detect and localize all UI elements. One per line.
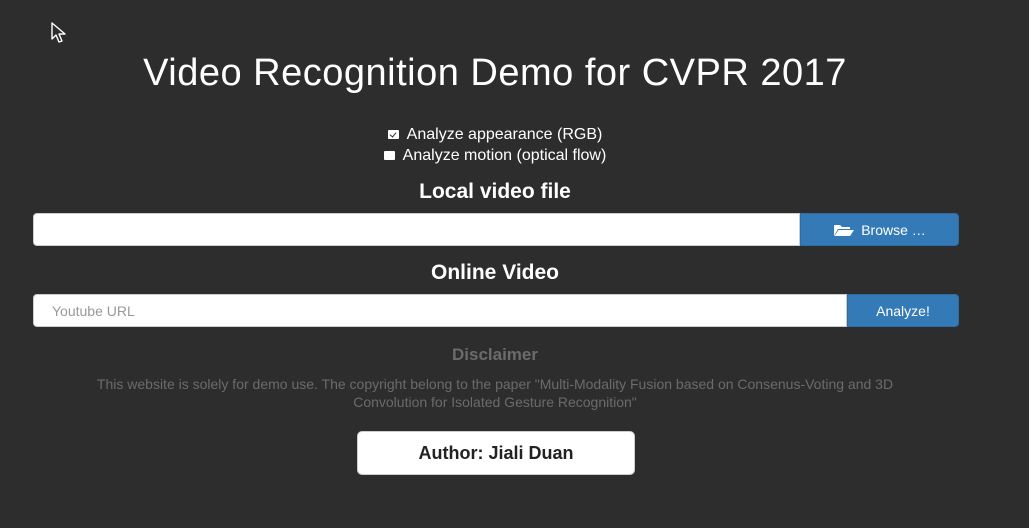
local-video-heading: Local video file — [419, 180, 571, 203]
appearance-checkbox[interactable] — [387, 130, 399, 139]
option-motion[interactable]: Analyze motion (optical flow) — [0, 145, 990, 166]
mouse-cursor-icon — [51, 22, 66, 43]
local-file-group: Browse … — [33, 213, 959, 246]
disclaimer-text: This website is solely for demo use. The… — [96, 376, 894, 410]
online-url-group: Analyze! — [33, 294, 959, 327]
browse-button[interactable]: Browse … — [800, 213, 959, 246]
analysis-options: Analyze appearance (RGB) Analyze motion … — [0, 124, 990, 166]
motion-label: Analyze motion (optical flow) — [402, 147, 607, 164]
youtube-url-input[interactable] — [33, 294, 847, 327]
page-title: Video Recognition Demo for CVPR 2017 — [143, 52, 847, 94]
option-appearance[interactable]: Analyze appearance (RGB) — [0, 124, 990, 145]
local-file-field[interactable] — [33, 213, 800, 246]
appearance-label: Analyze appearance (RGB) — [406, 126, 603, 143]
folder-open-icon — [834, 224, 855, 236]
analyze-button[interactable]: Analyze! — [847, 294, 959, 327]
browse-label: Browse … — [861, 221, 926, 238]
online-video-heading: Online Video — [431, 261, 559, 284]
author-button[interactable]: Author: Jiali Duan — [357, 431, 635, 475]
motion-checkbox[interactable] — [383, 151, 395, 160]
disclaimer-title: Disclaimer — [452, 345, 538, 364]
